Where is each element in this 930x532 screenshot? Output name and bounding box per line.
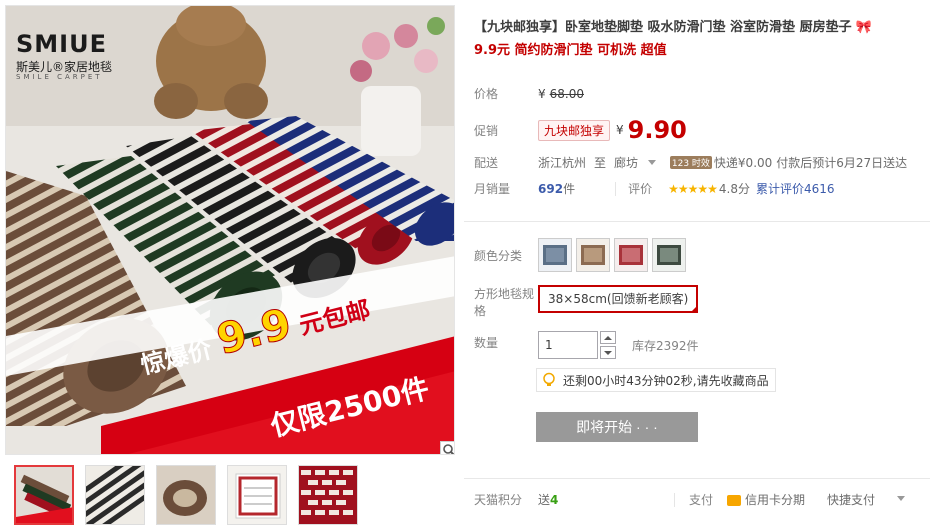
promotion-label: 促销	[474, 123, 499, 138]
points-prefix: 送	[538, 493, 551, 507]
sales-count: 692	[538, 181, 564, 196]
chevron-down-icon	[647, 160, 656, 165]
promotion-tag: 九块邮独享	[538, 119, 611, 141]
review-label: 评价	[628, 182, 653, 196]
delivery-to-word: 至	[594, 156, 607, 170]
product-title: 【九块邮独享】卧室地垫脚垫 吸水防滑门垫 浴室防滑垫 厨房垫子 🎀	[474, 18, 924, 38]
size-option-text: 38×58cm(回馈新老顾客)	[548, 292, 689, 306]
thumbnail-strip	[14, 465, 358, 525]
stock-count: 库存2392件	[632, 338, 699, 353]
price-currency: ¥	[538, 86, 546, 101]
size-label-line2: 格	[474, 304, 487, 318]
brand-logo: SMIUE 斯美儿®家居地毯 SMILE CARPET	[16, 16, 156, 81]
delivery-label: 配送	[474, 156, 499, 170]
review-score: 4.8分	[718, 182, 750, 196]
quantity-increase-button[interactable]	[600, 331, 616, 344]
countdown-text: 还剩00小时43分钟02秒,请先收藏商品	[563, 373, 769, 388]
thumbnail-1[interactable]	[14, 465, 74, 525]
delivery-from: 浙江杭州	[538, 156, 587, 170]
color-option-grey-blue[interactable]	[538, 238, 572, 272]
product-header: 【九块邮独享】卧室地垫脚垫 吸水防滑门垫 浴室防滑垫 厨房垫子 🎀 9.9元 简约…	[474, 18, 924, 60]
color-selector: 颜色分类	[474, 238, 686, 272]
chevron-down-icon	[604, 350, 612, 355]
countdown-notice: 还剩00小时43分钟02秒,请先收藏商品	[536, 368, 776, 392]
section-divider-bottom	[464, 478, 930, 479]
payment-quick[interactable]: 快捷支付	[827, 491, 875, 508]
bow-icon: 🎀	[855, 20, 872, 35]
promotion-price: 9.90	[627, 116, 687, 144]
sales-label: 月销量	[474, 182, 511, 196]
thumbnail-3[interactable]	[156, 465, 216, 525]
points-info: 天猫积分 送 4	[474, 491, 558, 508]
original-price: 68.00	[549, 86, 584, 101]
zoom-button[interactable]	[440, 441, 454, 454]
payment-installment[interactable]: 信用卡分期	[745, 491, 805, 508]
section-divider	[464, 221, 930, 222]
thumbnail-4[interactable]	[227, 465, 287, 525]
delivery-eta: 付款后预计6月27日送达	[776, 156, 908, 170]
credit-card-icon	[727, 495, 741, 506]
payment-label: 支付	[689, 493, 714, 507]
promotion-row: 促销 九块邮独享 ¥ 9.90	[474, 116, 687, 144]
color-option-green[interactable]	[652, 238, 686, 272]
quantity-decrease-button[interactable]	[600, 346, 616, 359]
points-value: 4	[550, 492, 559, 507]
star-rating: ★★★★★	[668, 181, 718, 196]
review-total-link[interactable]: 累计评价4616	[756, 180, 835, 197]
thumbnail-5[interactable]	[298, 465, 358, 525]
size-label-line1: 方形地毯规	[474, 287, 535, 301]
price-label: 价格	[474, 87, 499, 101]
promotion-currency: ¥	[616, 123, 624, 137]
color-swatches	[538, 238, 686, 272]
color-option-brown[interactable]	[576, 238, 610, 272]
price-panel: 价格 ¥ 68.00 促销 九块邮独享 ¥ 9.90 配送 浙江杭州 至 廊坊 …	[464, 73, 930, 205]
delivery-row: 配送 浙江杭州 至 廊坊 123 时效 快递¥0.00 付款后预计6月27日送达	[474, 154, 907, 171]
delivery-destination: 廊坊	[614, 156, 639, 170]
color-option-red[interactable]	[614, 238, 648, 272]
chevron-up-icon	[604, 335, 612, 340]
quantity-input[interactable]	[538, 331, 598, 359]
quantity-stepper	[600, 331, 616, 359]
price-row: 价格 ¥ 68.00	[474, 85, 584, 102]
delivery-speed-badge: 123 时效	[669, 156, 712, 169]
product-title-text: 【九块邮独享】卧室地垫脚垫 吸水防滑门垫 浴室防滑垫 厨房垫子	[474, 20, 852, 35]
lightbulb-icon	[543, 372, 555, 386]
brand-english-name: SMILE CARPET	[16, 73, 103, 81]
payment-info: 支付 信用卡分期 快捷支付	[674, 491, 906, 508]
coming-soon-button[interactable]: 即将开始 · · ·	[536, 412, 698, 442]
sales-row: 月销量 692 件 评价 ★★★★★ 4.8分 累计评价4616	[474, 180, 835, 197]
brand-wordmark: SMIUE	[16, 30, 107, 58]
selected-corner-icon	[690, 305, 699, 313]
magnifier-icon	[443, 444, 454, 454]
points-label: 天猫积分	[474, 493, 523, 507]
payment-separator	[674, 492, 675, 507]
quantity-row: 数量 库存2392件	[474, 331, 699, 359]
color-label: 颜色分类	[474, 248, 523, 263]
size-selector: 方形地毯规 格 38×58cm(回馈新老顾客)	[474, 285, 699, 320]
size-option-selected[interactable]: 38×58cm(回馈新老顾客)	[538, 285, 699, 313]
size-label: 方形地毯规 格	[474, 286, 538, 320]
delivery-destination-select[interactable]: 廊坊	[614, 154, 670, 171]
product-page: SMIUE 斯美儿®家居地毯 SMILE CARPET 惊爆价 9.9 元包邮 …	[0, 0, 930, 532]
sales-separator	[615, 181, 617, 196]
chevron-down-icon[interactable]	[897, 496, 906, 501]
quantity-label: 数量	[474, 336, 499, 350]
delivery-express: 快递¥0.00	[713, 156, 773, 170]
main-product-image[interactable]: SMIUE 斯美儿®家居地毯 SMILE CARPET 惊爆价 9.9 元包邮 …	[5, 5, 455, 455]
thumbnail-2[interactable]	[85, 465, 145, 525]
product-subtitle: 9.9元 简约防滑门垫 可机洗 超值	[474, 43, 667, 58]
sales-unit: 件	[563, 182, 576, 196]
